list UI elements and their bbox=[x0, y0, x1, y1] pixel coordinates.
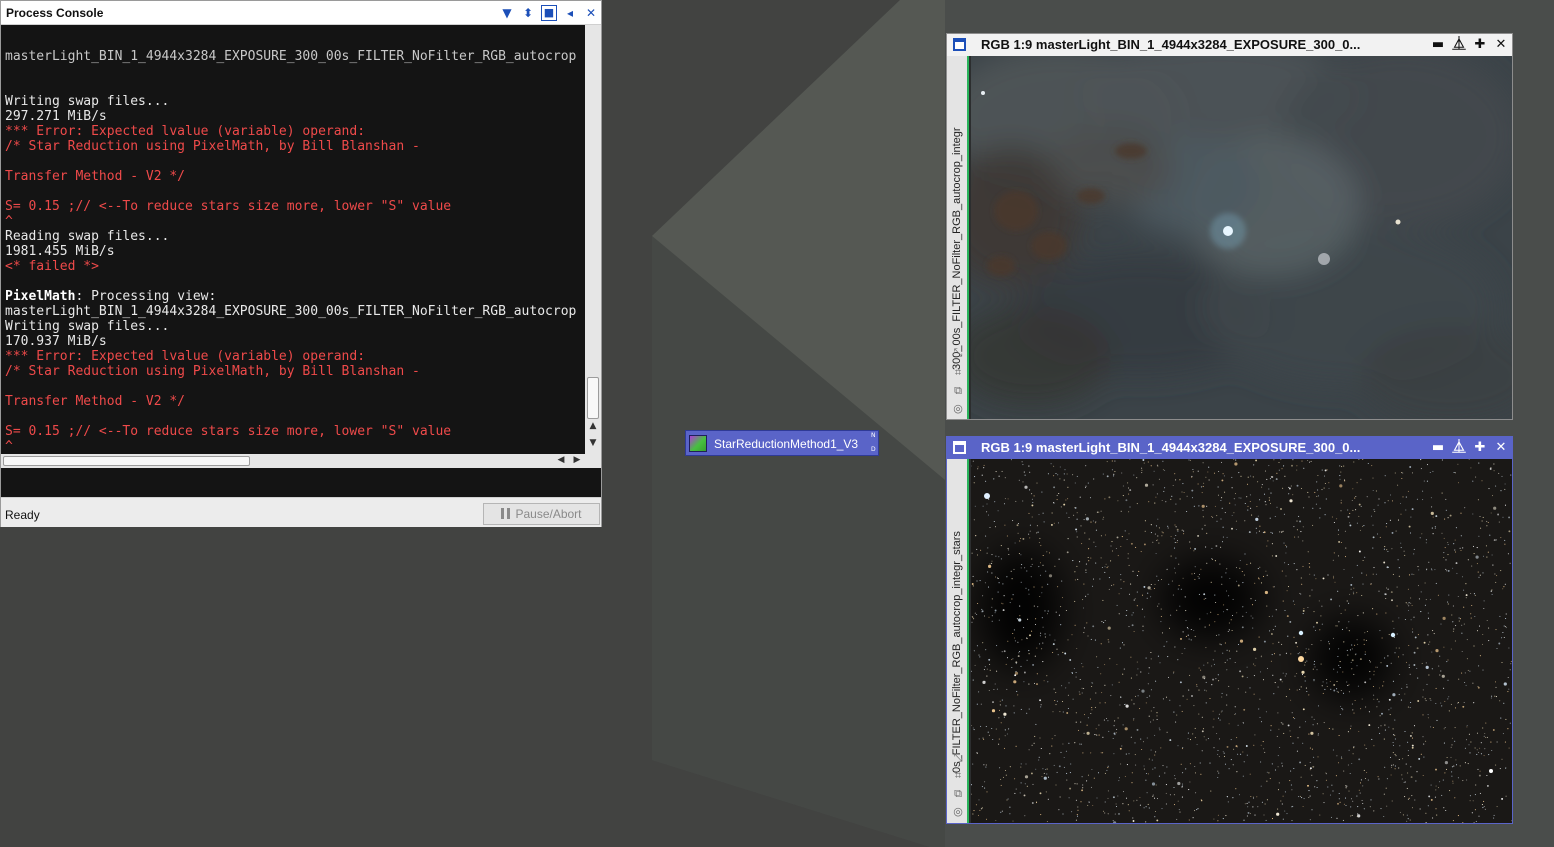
nebula-image bbox=[971, 56, 1512, 419]
console-line: *** Error: Expected lvalue (variable) op… bbox=[5, 349, 366, 364]
process-console-window: Process Console ▼ ⬍ ■ ◂ ✕ masterLight_BI… bbox=[0, 0, 602, 527]
image-window-sidebar: 0s_FILTER_NoFilter_RGB_autocrop_integr_s… bbox=[947, 459, 969, 823]
console-titlebar[interactable]: Process Console ▼ ⬍ ■ ◂ ✕ bbox=[1, 1, 601, 25]
target-icon[interactable]: ◎ bbox=[951, 402, 965, 416]
status-text: Ready bbox=[5, 508, 40, 522]
minimize-icon[interactable]: ▬ bbox=[1430, 439, 1446, 457]
stars-image-canvas[interactable] bbox=[971, 459, 1512, 823]
horizontal-scrollbar[interactable]: ◀ ▶ bbox=[1, 454, 601, 468]
console-line: /* Star Reduction using PixelMath, by Bi… bbox=[5, 139, 420, 154]
fit-view-icon[interactable]: ⌗ bbox=[951, 366, 965, 380]
scroll-up-icon[interactable]: ▲ bbox=[585, 421, 601, 431]
star-field-image bbox=[971, 459, 1512, 823]
console-line: masterLight_BIN_1_4944x3284_EXPOSURE_300… bbox=[5, 304, 577, 319]
console-line: ^ bbox=[5, 439, 13, 454]
process-icon-d-marker: D bbox=[871, 446, 876, 453]
console-line-text: : Processing view: bbox=[75, 289, 217, 304]
console-line: masterLight_BIN_1_4944x3284_EXPOSURE_300… bbox=[5, 49, 577, 64]
fit-view-icon[interactable]: ⌗ bbox=[951, 769, 965, 783]
console-line: Reading swap files... bbox=[5, 229, 170, 244]
process-icon-star-reduction[interactable]: StarReductionMethod1_V3 N D bbox=[685, 430, 879, 456]
console-line: Transfer Method - V2 */ bbox=[5, 394, 186, 409]
console-input-area[interactable] bbox=[1, 468, 601, 497]
window-icon bbox=[953, 38, 966, 51]
console-line: PixelMath: Processing view: bbox=[5, 289, 585, 304]
console-line: Writing swap files... bbox=[5, 94, 170, 109]
vertical-scroll-thumb[interactable] bbox=[587, 377, 599, 419]
shade-icon[interactable]: ⏅ bbox=[1451, 36, 1467, 54]
image-window-sidebar: 300_00s_FILTER_NoFilter_RGB_autocrop_int… bbox=[947, 56, 969, 419]
console-line: ^ bbox=[5, 214, 13, 229]
target-icon[interactable]: ◎ bbox=[951, 805, 965, 819]
resize-arrow-icon[interactable]: ⤡ bbox=[951, 751, 965, 765]
window-icon bbox=[953, 441, 966, 454]
scroll-down-icon[interactable]: ▼ bbox=[585, 438, 601, 448]
close-icon[interactable]: ✕ bbox=[583, 5, 599, 21]
shade-icon[interactable]: ◂ bbox=[562, 5, 578, 21]
console-line: 170.937 MiB/s bbox=[5, 334, 107, 349]
console-line: Transfer Method - V2 */ bbox=[5, 169, 186, 184]
scroll-right-icon[interactable]: ▶ bbox=[569, 455, 585, 465]
console-line: S= 0.15 ;// <--To reduce stars size more… bbox=[5, 199, 452, 214]
image-window-title: RGB 1:9 masterLight_BIN_1_4944x3284_EXPO… bbox=[981, 37, 1361, 52]
image-window-stars[interactable]: RGB 1:9 masterLight_BIN_1_4944x3284_EXPO… bbox=[946, 436, 1513, 824]
view-identifier-label: 0s_FILTER_NoFilter_RGB_autocrop_integr_s… bbox=[951, 531, 963, 773]
image-window-titlebar[interactable]: RGB 1:9 masterLight_BIN_1_4944x3284_EXPO… bbox=[947, 34, 1512, 56]
console-statusbar: Ready Pause/Abort bbox=[1, 497, 601, 527]
vertical-scrollbar[interactable]: ▲ ▼ bbox=[585, 25, 601, 454]
scroll-left-icon[interactable]: ◀ bbox=[553, 455, 569, 465]
console-line: 297.271 MiB/s bbox=[5, 109, 107, 124]
close-icon[interactable]: ✕ bbox=[1493, 36, 1509, 54]
starless-image-canvas[interactable] bbox=[971, 56, 1512, 419]
console-process-name: PixelMath bbox=[5, 289, 76, 304]
console-line: <* failed *> bbox=[5, 259, 99, 274]
minimize-icon[interactable]: ▬ bbox=[1430, 36, 1446, 54]
console-line: *** Error: Expected lvalue (variable) op… bbox=[5, 124, 366, 139]
pixelmath-icon bbox=[689, 435, 707, 452]
image-window-titlebar[interactable]: RGB 1:9 masterLight_BIN_1_4944x3284_EXPO… bbox=[947, 437, 1512, 459]
maximize-icon[interactable]: ✚ bbox=[1472, 439, 1488, 457]
maximize-icon[interactable]: ✚ bbox=[1472, 36, 1488, 54]
console-output[interactable]: masterLight_BIN_1_4944x3284_EXPOSURE_300… bbox=[1, 25, 585, 454]
pause-icon bbox=[501, 508, 511, 519]
shade-icon[interactable]: ⏅ bbox=[1451, 439, 1467, 457]
pause-abort-button[interactable]: Pause/Abort bbox=[483, 503, 600, 525]
console-title: Process Console bbox=[6, 6, 104, 20]
triangle-down-icon[interactable]: ▼ bbox=[499, 5, 515, 21]
horizontal-scroll-thumb[interactable] bbox=[3, 456, 250, 466]
console-line: S= 0.15 ;// <--To reduce stars size more… bbox=[5, 424, 452, 439]
process-icon-label: StarReductionMethod1_V3 bbox=[714, 437, 859, 451]
process-icon-n-marker: N bbox=[871, 432, 876, 439]
square-icon[interactable]: ■ bbox=[541, 5, 557, 21]
view-identifier-label: 300_00s_FILTER_NoFilter_RGB_autocrop_int… bbox=[951, 127, 963, 370]
console-line: Writing swap files... bbox=[5, 319, 170, 334]
close-icon[interactable]: ✕ bbox=[1493, 439, 1509, 457]
up-down-arrows-icon[interactable]: ⬍ bbox=[520, 5, 536, 21]
image-window-starless[interactable]: RGB 1:9 masterLight_BIN_1_4944x3284_EXPO… bbox=[946, 33, 1513, 420]
console-line: 1981.455 MiB/s bbox=[5, 244, 115, 259]
console-line: /* Star Reduction using PixelMath, by Bi… bbox=[5, 364, 420, 379]
clone-view-icon[interactable]: ⧉ bbox=[951, 787, 965, 801]
pause-abort-label: Pause/Abort bbox=[515, 507, 582, 521]
resize-arrow-icon[interactable]: ⤡ bbox=[951, 346, 965, 360]
image-window-title: RGB 1:9 masterLight_BIN_1_4944x3284_EXPO… bbox=[981, 440, 1361, 455]
clone-view-icon[interactable]: ⧉ bbox=[951, 384, 965, 398]
